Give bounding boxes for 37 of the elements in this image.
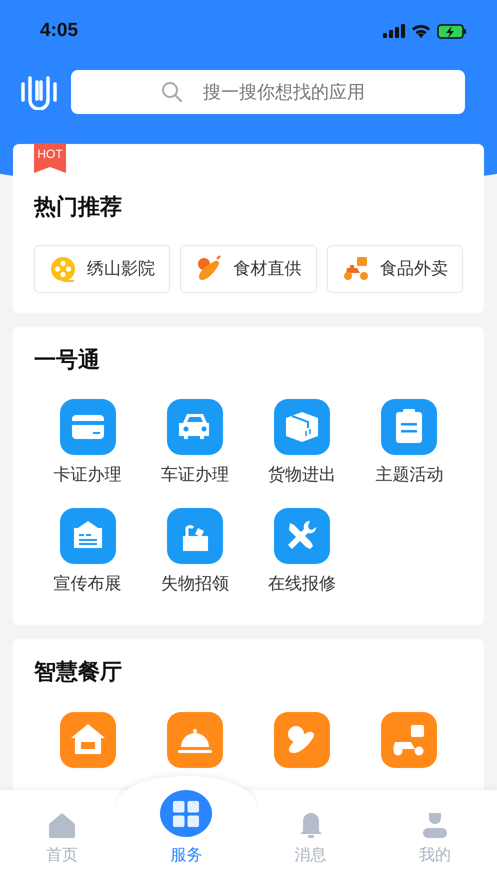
logo-icon bbox=[20, 74, 58, 110]
app-label: 主题活动 bbox=[375, 464, 444, 486]
toolbox-icon[interactable] bbox=[166, 508, 223, 564]
tab-item[interactable]: 首页 bbox=[0, 790, 124, 883]
food-cloche-icon[interactable] bbox=[166, 712, 223, 768]
home-icon bbox=[48, 811, 76, 839]
hot-ribbon: HOT bbox=[34, 143, 66, 173]
app-label: 卡证办理 bbox=[54, 464, 122, 486]
battery-charging-icon bbox=[437, 24, 467, 38]
house-icon[interactable] bbox=[60, 712, 116, 768]
section-title: 一号通 bbox=[34, 346, 101, 375]
app-label: 在线报修 bbox=[268, 573, 336, 596]
clipboard-icon[interactable] bbox=[381, 399, 438, 456]
shortcut-chip[interactable]: 食品外卖 bbox=[326, 244, 463, 293]
box-icon[interactable] bbox=[274, 399, 330, 456]
search-icon bbox=[161, 81, 183, 103]
app-label: 宣传布展 bbox=[54, 573, 122, 596]
search-field[interactable]: 搜一搜你想找的应用 bbox=[71, 70, 465, 114]
card-icon[interactable] bbox=[60, 399, 116, 456]
person-icon bbox=[420, 811, 449, 839]
hanging-sign-icon[interactable] bbox=[60, 508, 116, 564]
wrench-screwdriver-icon[interactable] bbox=[274, 508, 330, 564]
tab-item[interactable]: 我的 bbox=[372, 790, 497, 883]
shortcut-chip[interactable]: 食材直供 bbox=[180, 244, 317, 293]
section-title: 热门推荐 bbox=[34, 194, 123, 222]
app-label: 失物招领 bbox=[160, 573, 229, 596]
shortcut-chip[interactable]: 绣山影院 bbox=[34, 244, 170, 293]
wifi-icon bbox=[411, 24, 431, 38]
app-label: 货物进出 bbox=[268, 464, 336, 486]
signal-icon bbox=[383, 24, 405, 38]
app-label: 车证办理 bbox=[160, 464, 229, 486]
status-time: 4:05 bbox=[40, 20, 78, 42]
car-icon[interactable] bbox=[166, 399, 223, 456]
tab-item[interactable]: 服务 bbox=[124, 790, 248, 883]
film-reel-icon bbox=[49, 254, 78, 283]
section-title: 智慧餐厅 bbox=[34, 659, 123, 688]
tab-item[interactable]: 消息 bbox=[248, 790, 373, 883]
